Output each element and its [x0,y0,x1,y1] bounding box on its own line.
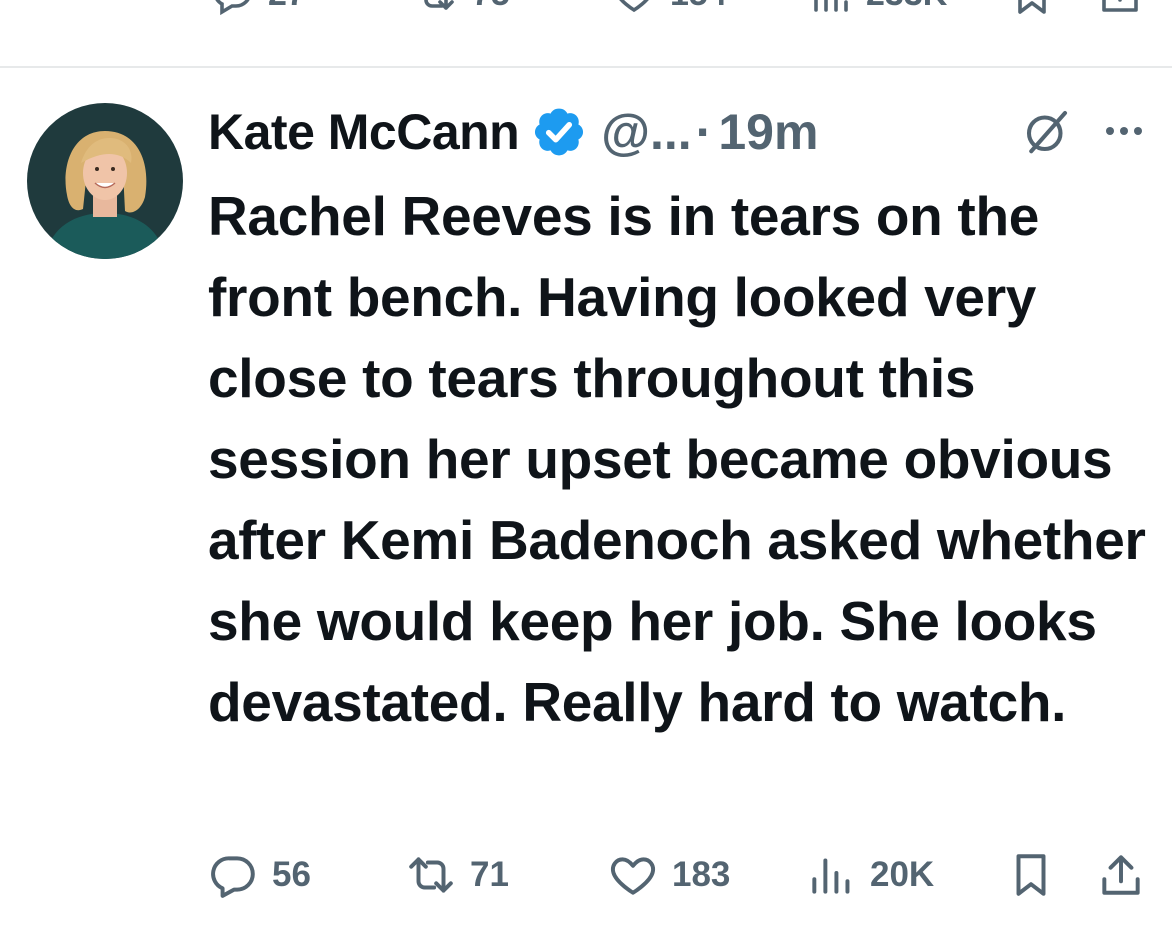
repost-button[interactable]: 71 [406,845,509,905]
share-icon [1102,855,1140,895]
prev-reply-count: 27 [268,0,306,14]
tweet-text: Rachel Reeves is in tears on the front b… [208,185,1146,733]
tweet-divider [0,66,1172,68]
grok-icon[interactable] [1020,104,1074,158]
reply-count: 56 [272,855,311,894]
views-icon [814,0,848,12]
views-button[interactable]: 20K [806,845,934,905]
heart-icon [619,0,649,13]
prev-views-count: 233K [866,0,947,14]
like-button[interactable]: 183 [608,845,730,905]
bookmark-icon [1018,0,1046,14]
prev-repost-button[interactable]: 75 [412,0,510,18]
repost-icon [409,857,453,893]
prev-bookmark-button[interactable] [1008,0,1056,18]
tweet-page: 27 75 154 233K [0,0,1172,946]
bookmark-icon [1016,854,1046,896]
tweet-timestamp[interactable]: 19m [718,103,818,161]
avatar-image [27,103,183,259]
separator-dot: · [695,104,713,160]
previous-tweet-action-bar: 27 75 154 233K [0,0,1172,20]
header-actions [1020,104,1148,158]
author-handle[interactable]: @... [601,103,691,161]
prev-share-button[interactable] [1096,0,1144,18]
author-display-name[interactable]: Kate McCann [208,103,520,161]
prev-repost-count: 75 [472,0,510,14]
more-icon[interactable] [1100,107,1148,155]
reply-icon [211,856,255,898]
reply-icon [215,0,250,16]
prev-reply-button[interactable]: 27 [208,0,306,18]
heart-icon [610,857,656,895]
views-count: 20K [870,855,935,894]
prev-like-button[interactable]: 154 [610,0,727,18]
bookmark-button[interactable] [1006,845,1056,905]
views-icon [812,858,850,894]
tweet-header: Kate McCann @... · 19m [208,96,818,168]
like-count: 183 [672,855,731,894]
repost-count: 71 [470,855,509,894]
verified-badge-icon[interactable] [531,104,587,160]
share-button[interactable] [1096,845,1146,905]
prev-views-button[interactable]: 233K [806,0,947,18]
share-icon [1102,0,1138,12]
prev-like-count: 154 [670,0,727,14]
reply-button[interactable]: 56 [208,845,311,905]
avatar[interactable] [27,103,183,259]
tweet-action-bar: 56 71 183 20K [0,845,1172,905]
repost-icon [424,0,454,10]
